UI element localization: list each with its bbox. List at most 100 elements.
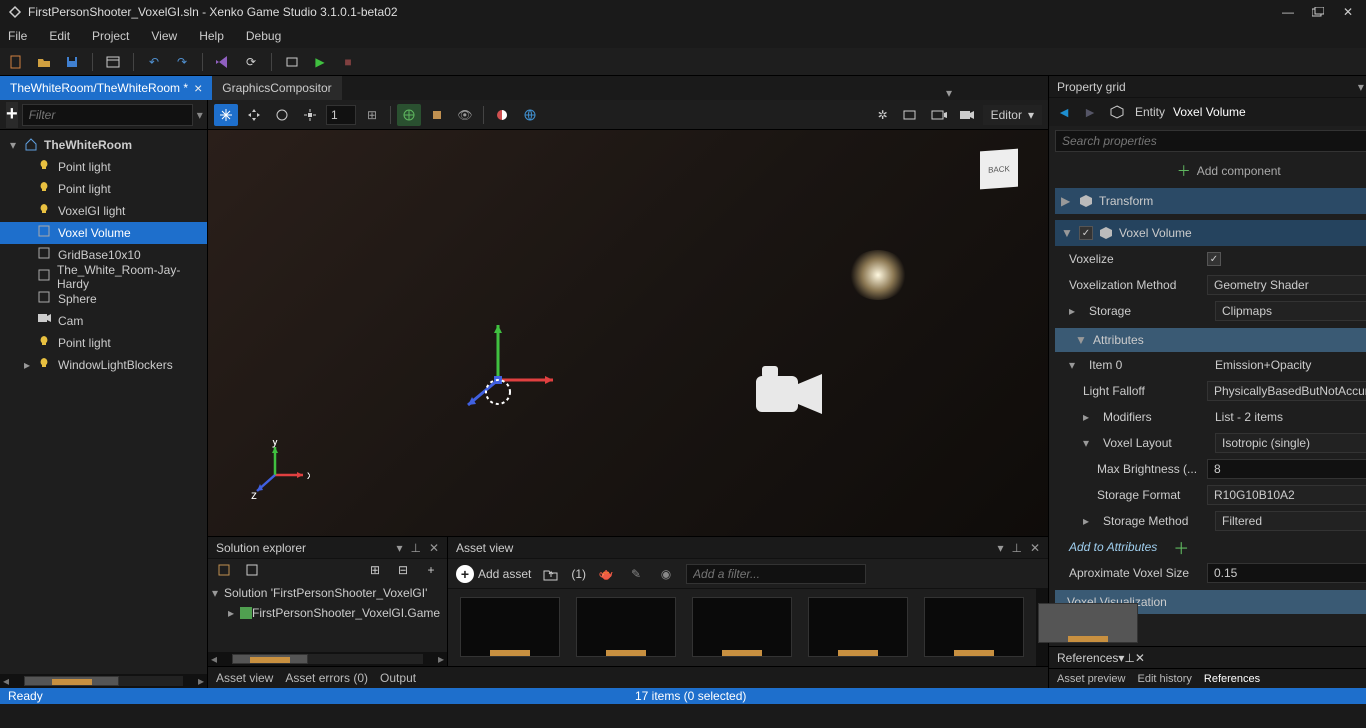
attributes-header[interactable]: ▼ Attributes ＋: [1055, 328, 1366, 352]
gizmo-scale-icon[interactable]: [298, 104, 322, 126]
pin-icon[interactable]: ⊥: [1124, 651, 1134, 665]
shading-globe-icon[interactable]: [518, 104, 542, 126]
tab-asset-errors[interactable]: Asset errors (0): [285, 671, 368, 685]
asset-vscroll[interactable]: [1036, 589, 1048, 666]
gizmo-select-icon[interactable]: [214, 104, 238, 126]
sol-btn4-icon[interactable]: ⊟: [393, 560, 413, 580]
sol-add-icon[interactable]: +: [421, 560, 441, 580]
axis-widget[interactable]: x y z: [240, 440, 310, 510]
scene-filter-input[interactable]: [22, 104, 193, 126]
close-icon[interactable]: ×: [194, 80, 202, 96]
world-space-icon[interactable]: [397, 104, 421, 126]
camera-icon[interactable]: [955, 104, 979, 126]
sol-btn1-icon[interactable]: [214, 560, 234, 580]
chevron-down-icon[interactable]: ▾: [1083, 436, 1095, 450]
chevron-down-icon[interactable]: ▾: [6, 138, 20, 152]
open-file-icon[interactable]: [34, 52, 54, 72]
component-enabled-checkbox[interactable]: [1079, 226, 1093, 240]
chevron-right-icon[interactable]: ▶: [1061, 194, 1073, 208]
tab-output[interactable]: Output: [380, 671, 416, 685]
close-icon[interactable]: ✕: [1135, 651, 1145, 665]
minimize-button[interactable]: —: [1278, 5, 1298, 19]
asset-thumb[interactable]: [460, 597, 560, 657]
asset-filter-input[interactable]: [686, 564, 866, 584]
chevron-right-icon[interactable]: ▸: [1083, 514, 1095, 528]
storage-method-dropdown[interactable]: Filtered▾: [1215, 511, 1366, 531]
pencil-icon[interactable]: ✎: [626, 564, 646, 584]
tab-graphics-compositor[interactable]: GraphicsCompositor: [212, 76, 341, 100]
transform-step-input[interactable]: [326, 105, 356, 125]
chevron-right-icon[interactable]: ▸: [20, 358, 34, 372]
transform-gizmo[interactable]: [438, 320, 558, 440]
panel-dropdown-icon[interactable]: ▾: [396, 541, 402, 555]
tab-dropdown-icon[interactable]: ▾: [940, 86, 958, 100]
chevron-right-icon[interactable]: ▸: [228, 606, 240, 620]
add-entity-button[interactable]: +: [6, 102, 18, 128]
scene-item[interactable]: Cam: [0, 310, 207, 332]
save-icon[interactable]: [62, 52, 82, 72]
window-icon[interactable]: [103, 52, 123, 72]
play-icon[interactable]: ▶: [310, 52, 330, 72]
eye-icon[interactable]: 👁: [453, 104, 477, 126]
filter-options-icon[interactable]: ▾: [197, 105, 203, 125]
scene-item[interactable]: Point light: [0, 178, 207, 200]
scene-item[interactable]: Voxel Volume: [0, 222, 207, 244]
scene-viewport[interactable]: BACK: [208, 130, 1048, 536]
sol-btn3-icon[interactable]: ⊞: [365, 560, 385, 580]
close-icon[interactable]: ✕: [1030, 541, 1040, 555]
tab-edit-history[interactable]: Edit history: [1137, 673, 1191, 685]
voxel-layout-dropdown[interactable]: Isotropic (single)▾: [1215, 433, 1366, 453]
eye-toggle-icon[interactable]: ◉: [656, 564, 676, 584]
chevron-right-icon[interactable]: ▸: [1083, 410, 1095, 424]
panel-dropdown-icon[interactable]: ▾: [997, 541, 1003, 555]
close-button[interactable]: ✕: [1338, 5, 1358, 19]
shading-split-icon[interactable]: [490, 104, 514, 126]
scroll-right-icon[interactable]: ▸: [195, 674, 207, 688]
undo-icon[interactable]: ↶: [144, 52, 164, 72]
asset-thumb[interactable]: [924, 597, 1024, 657]
chevron-right-icon[interactable]: ▸: [1069, 304, 1081, 318]
scene-item[interactable]: VoxelGI light: [0, 200, 207, 222]
approx-voxel-size-input[interactable]: [1207, 563, 1366, 583]
plus-icon[interactable]: ＋: [1173, 535, 1189, 559]
settings-gear-icon[interactable]: ✲: [871, 104, 895, 126]
scene-item[interactable]: Sphere: [0, 288, 207, 310]
menu-file[interactable]: File: [8, 29, 27, 43]
voxelize-checkbox[interactable]: [1207, 252, 1221, 266]
pin-icon[interactable]: ⊥: [410, 541, 420, 555]
asset-thumb[interactable]: [576, 597, 676, 657]
add-asset-button[interactable]: + Add asset: [456, 565, 531, 583]
device-icon[interactable]: [282, 52, 302, 72]
sol-hscroll[interactable]: ◂▸: [208, 652, 447, 666]
tab-asset-preview[interactable]: Asset preview: [1057, 673, 1125, 685]
light-falloff-dropdown[interactable]: PhysicallyBasedButNotAccurate▾: [1207, 381, 1366, 401]
voxelization-method-dropdown[interactable]: Geometry Shader▾: [1207, 275, 1366, 295]
menu-view[interactable]: View: [151, 29, 177, 43]
menu-edit[interactable]: Edit: [49, 29, 70, 43]
close-icon[interactable]: ✕: [429, 541, 439, 555]
redo-icon[interactable]: ↷: [172, 52, 192, 72]
menu-project[interactable]: Project: [92, 29, 129, 43]
maximize-button[interactable]: [1308, 5, 1328, 19]
asset-thumb[interactable]: [808, 597, 908, 657]
panel-dropdown-icon[interactable]: ▾: [1358, 80, 1364, 94]
storage-dropdown[interactable]: Clipmaps▾: [1215, 301, 1366, 321]
scene-item[interactable]: Point light: [0, 332, 207, 354]
pin-icon[interactable]: ⊥: [1011, 541, 1021, 555]
sol-btn2-icon[interactable]: [242, 560, 262, 580]
chevron-down-icon[interactable]: ▼: [1075, 333, 1087, 347]
solution-root[interactable]: ▾ Solution 'FirstPersonShooter_VoxelGI': [212, 583, 443, 603]
gizmo-move-icon[interactable]: [242, 104, 266, 126]
section-voxel-volume[interactable]: ▼ Voxel Volume ✕: [1055, 220, 1366, 246]
asset-thumb[interactable]: [692, 597, 792, 657]
tab-asset-view[interactable]: Asset view: [216, 671, 273, 685]
chevron-down-icon[interactable]: ▾: [1069, 358, 1081, 372]
nav-fwd-icon[interactable]: ►: [1081, 104, 1099, 120]
teapot-icon[interactable]: 🫖: [596, 564, 616, 584]
view-mode-dropdown[interactable]: Editor ▾: [983, 105, 1042, 125]
add-component-button[interactable]: ＋ Add component: [1055, 160, 1366, 182]
section-transform[interactable]: ▶ Transform: [1055, 188, 1366, 214]
vs-icon[interactable]: [213, 52, 233, 72]
scene-root[interactable]: ▾ TheWhiteRoom: [0, 134, 207, 156]
stop-icon[interactable]: ■: [338, 52, 358, 72]
